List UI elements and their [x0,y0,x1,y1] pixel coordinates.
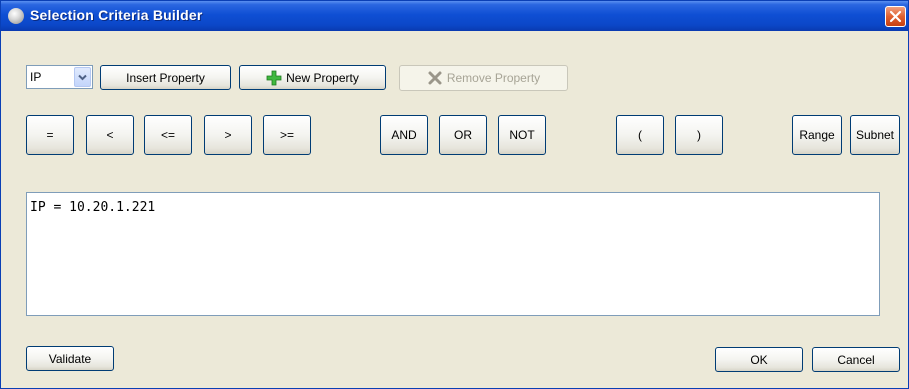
open-paren-label: ( [638,128,642,142]
greater-than-button[interactable]: > [204,115,252,155]
greater-or-equal-label: >= [279,128,294,142]
ok-label: OK [750,352,768,367]
cancel-label: Cancel [837,352,875,367]
equals-button[interactable]: = [26,115,74,155]
close-icon [889,10,902,23]
dialog-title: Selection Criteria Builder [30,7,203,23]
property-select-value: IP [30,70,42,84]
remove-property-label: Remove Property [446,71,541,85]
title-bar[interactable]: Selection Criteria Builder [1,1,908,31]
close-paren-label: ) [697,128,701,142]
remove-property-button[interactable]: Remove Property [399,65,568,91]
range-button[interactable]: Range [792,115,842,155]
equals-label: = [46,128,54,142]
app-icon [8,8,24,24]
close-button[interactable] [885,6,906,27]
not-button[interactable]: NOT [498,115,546,155]
and-label: AND [391,128,417,142]
and-button[interactable]: AND [380,115,428,155]
insert-property-label: Insert Property [126,70,205,85]
criteria-text: IP = 10.20.1.221 [30,200,156,215]
ok-button[interactable]: OK [715,347,803,372]
criteria-textarea[interactable]: IP = 10.20.1.221 [26,192,880,316]
less-than-label: < [106,128,114,142]
subnet-label: Subnet [855,128,895,142]
cancel-button[interactable]: Cancel [812,347,900,372]
validate-label: Validate [48,351,92,366]
dropdown-button[interactable] [74,67,91,87]
subnet-button[interactable]: Subnet [850,115,900,155]
range-label: Range [799,128,835,142]
close-paren-button[interactable]: ) [675,115,723,155]
or-button[interactable]: OR [439,115,487,155]
open-paren-button[interactable]: ( [616,115,664,155]
less-or-equal-button[interactable]: <= [144,115,192,155]
or-label: OR [454,128,472,142]
less-or-equal-label: <= [160,128,175,142]
less-than-button[interactable]: < [86,115,134,155]
insert-property-button[interactable]: Insert Property [100,65,231,90]
validate-button[interactable]: Validate [26,346,114,371]
greater-than-label: > [224,128,232,142]
remove-x-icon [428,71,442,85]
plus-icon [266,70,282,85]
new-property-label: New Property [286,70,359,85]
greater-or-equal-button[interactable]: >= [263,115,311,155]
chevron-down-icon [78,74,87,81]
new-property-button[interactable]: New Property [239,65,386,90]
not-label: NOT [509,128,535,142]
property-select[interactable]: IP [26,65,93,89]
selection-criteria-dialog: Selection Criteria Builder IP Insert Pro… [0,0,909,389]
